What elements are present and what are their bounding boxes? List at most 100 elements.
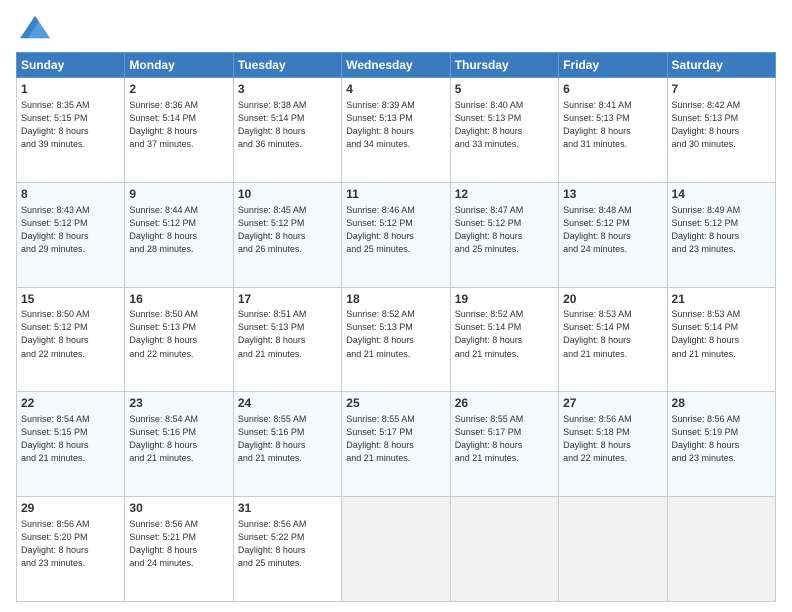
day-info: Sunrise: 8:47 AM Sunset: 5:12 PM Dayligh… — [455, 204, 554, 256]
calendar-cell: 27Sunrise: 8:56 AM Sunset: 5:18 PM Dayli… — [559, 392, 667, 497]
calendar-cell: 12Sunrise: 8:47 AM Sunset: 5:12 PM Dayli… — [450, 182, 558, 287]
day-info: Sunrise: 8:44 AM Sunset: 5:12 PM Dayligh… — [129, 204, 228, 256]
day-number: 9 — [129, 186, 228, 203]
day-info: Sunrise: 8:38 AM Sunset: 5:14 PM Dayligh… — [238, 99, 337, 151]
day-number: 4 — [346, 81, 445, 98]
day-info: Sunrise: 8:36 AM Sunset: 5:14 PM Dayligh… — [129, 99, 228, 151]
calendar-day-header: Saturday — [667, 53, 775, 78]
day-info: Sunrise: 8:50 AM Sunset: 5:12 PM Dayligh… — [21, 308, 120, 360]
calendar-week-row: 1Sunrise: 8:35 AM Sunset: 5:15 PM Daylig… — [17, 78, 776, 183]
calendar-cell: 1Sunrise: 8:35 AM Sunset: 5:15 PM Daylig… — [17, 78, 125, 183]
day-number: 26 — [455, 395, 554, 412]
day-info: Sunrise: 8:56 AM Sunset: 5:18 PM Dayligh… — [563, 413, 662, 465]
day-info: Sunrise: 8:52 AM Sunset: 5:14 PM Dayligh… — [455, 308, 554, 360]
calendar-day-header: Friday — [559, 53, 667, 78]
calendar-cell: 4Sunrise: 8:39 AM Sunset: 5:13 PM Daylig… — [342, 78, 450, 183]
day-number: 10 — [238, 186, 337, 203]
logo-icon — [20, 12, 50, 42]
calendar-day-header: Sunday — [17, 53, 125, 78]
day-number: 19 — [455, 291, 554, 308]
day-number: 12 — [455, 186, 554, 203]
calendar-cell: 8Sunrise: 8:43 AM Sunset: 5:12 PM Daylig… — [17, 182, 125, 287]
calendar-cell — [342, 497, 450, 602]
day-number: 14 — [672, 186, 771, 203]
day-info: Sunrise: 8:35 AM Sunset: 5:15 PM Dayligh… — [21, 99, 120, 151]
day-number: 27 — [563, 395, 662, 412]
day-info: Sunrise: 8:56 AM Sunset: 5:22 PM Dayligh… — [238, 518, 337, 570]
day-info: Sunrise: 8:42 AM Sunset: 5:13 PM Dayligh… — [672, 99, 771, 151]
calendar-cell: 7Sunrise: 8:42 AM Sunset: 5:13 PM Daylig… — [667, 78, 775, 183]
calendar-cell: 5Sunrise: 8:40 AM Sunset: 5:13 PM Daylig… — [450, 78, 558, 183]
day-info: Sunrise: 8:56 AM Sunset: 5:19 PM Dayligh… — [672, 413, 771, 465]
calendar-cell: 6Sunrise: 8:41 AM Sunset: 5:13 PM Daylig… — [559, 78, 667, 183]
day-number: 17 — [238, 291, 337, 308]
day-info: Sunrise: 8:56 AM Sunset: 5:21 PM Dayligh… — [129, 518, 228, 570]
day-number: 3 — [238, 81, 337, 98]
calendar-cell: 30Sunrise: 8:56 AM Sunset: 5:21 PM Dayli… — [125, 497, 233, 602]
calendar-day-header: Monday — [125, 53, 233, 78]
day-info: Sunrise: 8:52 AM Sunset: 5:13 PM Dayligh… — [346, 308, 445, 360]
calendar-cell: 21Sunrise: 8:53 AM Sunset: 5:14 PM Dayli… — [667, 287, 775, 392]
day-info: Sunrise: 8:53 AM Sunset: 5:14 PM Dayligh… — [672, 308, 771, 360]
day-number: 7 — [672, 81, 771, 98]
day-number: 25 — [346, 395, 445, 412]
day-number: 22 — [21, 395, 120, 412]
main-container: SundayMondayTuesdayWednesdayThursdayFrid… — [0, 0, 792, 612]
day-info: Sunrise: 8:39 AM Sunset: 5:13 PM Dayligh… — [346, 99, 445, 151]
calendar-day-header: Wednesday — [342, 53, 450, 78]
day-number: 23 — [129, 395, 228, 412]
day-number: 1 — [21, 81, 120, 98]
day-number: 24 — [238, 395, 337, 412]
calendar-cell: 20Sunrise: 8:53 AM Sunset: 5:14 PM Dayli… — [559, 287, 667, 392]
day-number: 2 — [129, 81, 228, 98]
calendar-cell: 13Sunrise: 8:48 AM Sunset: 5:12 PM Dayli… — [559, 182, 667, 287]
calendar-day-header: Thursday — [450, 53, 558, 78]
day-info: Sunrise: 8:54 AM Sunset: 5:16 PM Dayligh… — [129, 413, 228, 465]
day-number: 8 — [21, 186, 120, 203]
calendar-cell: 16Sunrise: 8:50 AM Sunset: 5:13 PM Dayli… — [125, 287, 233, 392]
calendar-cell — [450, 497, 558, 602]
day-number: 30 — [129, 500, 228, 517]
day-info: Sunrise: 8:51 AM Sunset: 5:13 PM Dayligh… — [238, 308, 337, 360]
day-info: Sunrise: 8:56 AM Sunset: 5:20 PM Dayligh… — [21, 518, 120, 570]
day-info: Sunrise: 8:40 AM Sunset: 5:13 PM Dayligh… — [455, 99, 554, 151]
calendar-cell: 9Sunrise: 8:44 AM Sunset: 5:12 PM Daylig… — [125, 182, 233, 287]
calendar-week-row: 22Sunrise: 8:54 AM Sunset: 5:15 PM Dayli… — [17, 392, 776, 497]
calendar-cell: 15Sunrise: 8:50 AM Sunset: 5:12 PM Dayli… — [17, 287, 125, 392]
calendar-cell: 24Sunrise: 8:55 AM Sunset: 5:16 PM Dayli… — [233, 392, 341, 497]
day-number: 5 — [455, 81, 554, 98]
day-number: 31 — [238, 500, 337, 517]
day-info: Sunrise: 8:49 AM Sunset: 5:12 PM Dayligh… — [672, 204, 771, 256]
calendar-cell: 3Sunrise: 8:38 AM Sunset: 5:14 PM Daylig… — [233, 78, 341, 183]
day-info: Sunrise: 8:53 AM Sunset: 5:14 PM Dayligh… — [563, 308, 662, 360]
calendar-header-row: SundayMondayTuesdayWednesdayThursdayFrid… — [17, 53, 776, 78]
header — [16, 16, 776, 42]
day-number: 20 — [563, 291, 662, 308]
calendar-cell: 29Sunrise: 8:56 AM Sunset: 5:20 PM Dayli… — [17, 497, 125, 602]
day-number: 15 — [21, 291, 120, 308]
calendar-cell: 22Sunrise: 8:54 AM Sunset: 5:15 PM Dayli… — [17, 392, 125, 497]
calendar-week-row: 8Sunrise: 8:43 AM Sunset: 5:12 PM Daylig… — [17, 182, 776, 287]
calendar-cell: 28Sunrise: 8:56 AM Sunset: 5:19 PM Dayli… — [667, 392, 775, 497]
calendar-cell: 17Sunrise: 8:51 AM Sunset: 5:13 PM Dayli… — [233, 287, 341, 392]
day-info: Sunrise: 8:46 AM Sunset: 5:12 PM Dayligh… — [346, 204, 445, 256]
day-info: Sunrise: 8:55 AM Sunset: 5:16 PM Dayligh… — [238, 413, 337, 465]
day-info: Sunrise: 8:48 AM Sunset: 5:12 PM Dayligh… — [563, 204, 662, 256]
calendar-table: SundayMondayTuesdayWednesdayThursdayFrid… — [16, 52, 776, 602]
day-info: Sunrise: 8:45 AM Sunset: 5:12 PM Dayligh… — [238, 204, 337, 256]
day-number: 18 — [346, 291, 445, 308]
calendar-cell: 2Sunrise: 8:36 AM Sunset: 5:14 PM Daylig… — [125, 78, 233, 183]
day-info: Sunrise: 8:41 AM Sunset: 5:13 PM Dayligh… — [563, 99, 662, 151]
calendar-cell — [667, 497, 775, 602]
day-number: 16 — [129, 291, 228, 308]
calendar-cell: 19Sunrise: 8:52 AM Sunset: 5:14 PM Dayli… — [450, 287, 558, 392]
calendar-cell: 11Sunrise: 8:46 AM Sunset: 5:12 PM Dayli… — [342, 182, 450, 287]
day-info: Sunrise: 8:43 AM Sunset: 5:12 PM Dayligh… — [21, 204, 120, 256]
day-number: 11 — [346, 186, 445, 203]
day-number: 21 — [672, 291, 771, 308]
calendar-cell: 31Sunrise: 8:56 AM Sunset: 5:22 PM Dayli… — [233, 497, 341, 602]
calendar-cell — [559, 497, 667, 602]
calendar-cell: 10Sunrise: 8:45 AM Sunset: 5:12 PM Dayli… — [233, 182, 341, 287]
logo — [16, 16, 50, 42]
day-info: Sunrise: 8:50 AM Sunset: 5:13 PM Dayligh… — [129, 308, 228, 360]
